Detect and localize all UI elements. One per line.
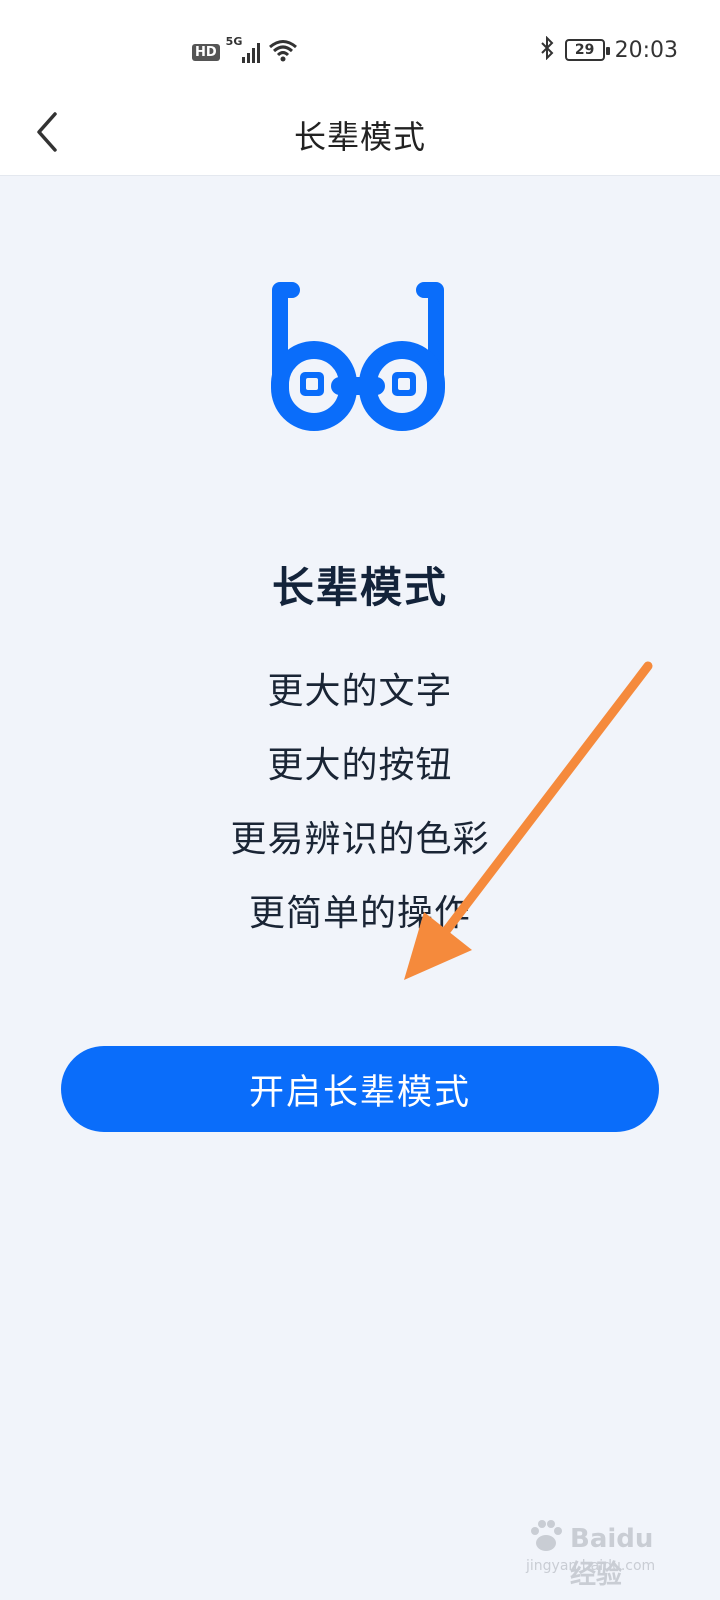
signal-icon: 5G <box>226 35 262 65</box>
enable-elder-mode-button[interactable]: 开启长辈模式 <box>61 1046 659 1132</box>
feature-list: 更大的文字 更大的按钮 更易辨识的色彩 更简单的操作 <box>0 665 720 961</box>
status-left: HD 5G <box>192 35 298 66</box>
status-right: 29 20:03 <box>539 35 678 64</box>
watermark-url: jingyan.baidu.com <box>526 1558 656 1574</box>
paw-icon <box>531 1520 562 1551</box>
wifi-icon <box>268 38 298 66</box>
feature-item: 更大的按钮 <box>267 745 453 786</box>
feature-item: 更大的文字 <box>267 671 453 712</box>
battery-icon: 29 <box>564 39 610 61</box>
hero-title: 长辈模式 <box>271 563 448 612</box>
status-bar: HD 5G 29 20:03 <box>0 0 720 90</box>
feature-item: 更简单的操作 <box>248 893 471 934</box>
glasses-icon <box>270 280 446 440</box>
network-type-label: 5G <box>225 35 243 48</box>
nav-bar: 长辈模式 <box>0 90 720 176</box>
hd-badge: HD <box>192 43 220 61</box>
feature-item: 更易辨识的色彩 <box>230 819 490 860</box>
baidu-watermark: Baidu经验 jingyan.baidu.com <box>526 1516 676 1590</box>
page-title: 长辈模式 <box>293 118 426 156</box>
bluetooth-icon <box>539 35 555 64</box>
status-time: 20:03 <box>614 37 678 63</box>
